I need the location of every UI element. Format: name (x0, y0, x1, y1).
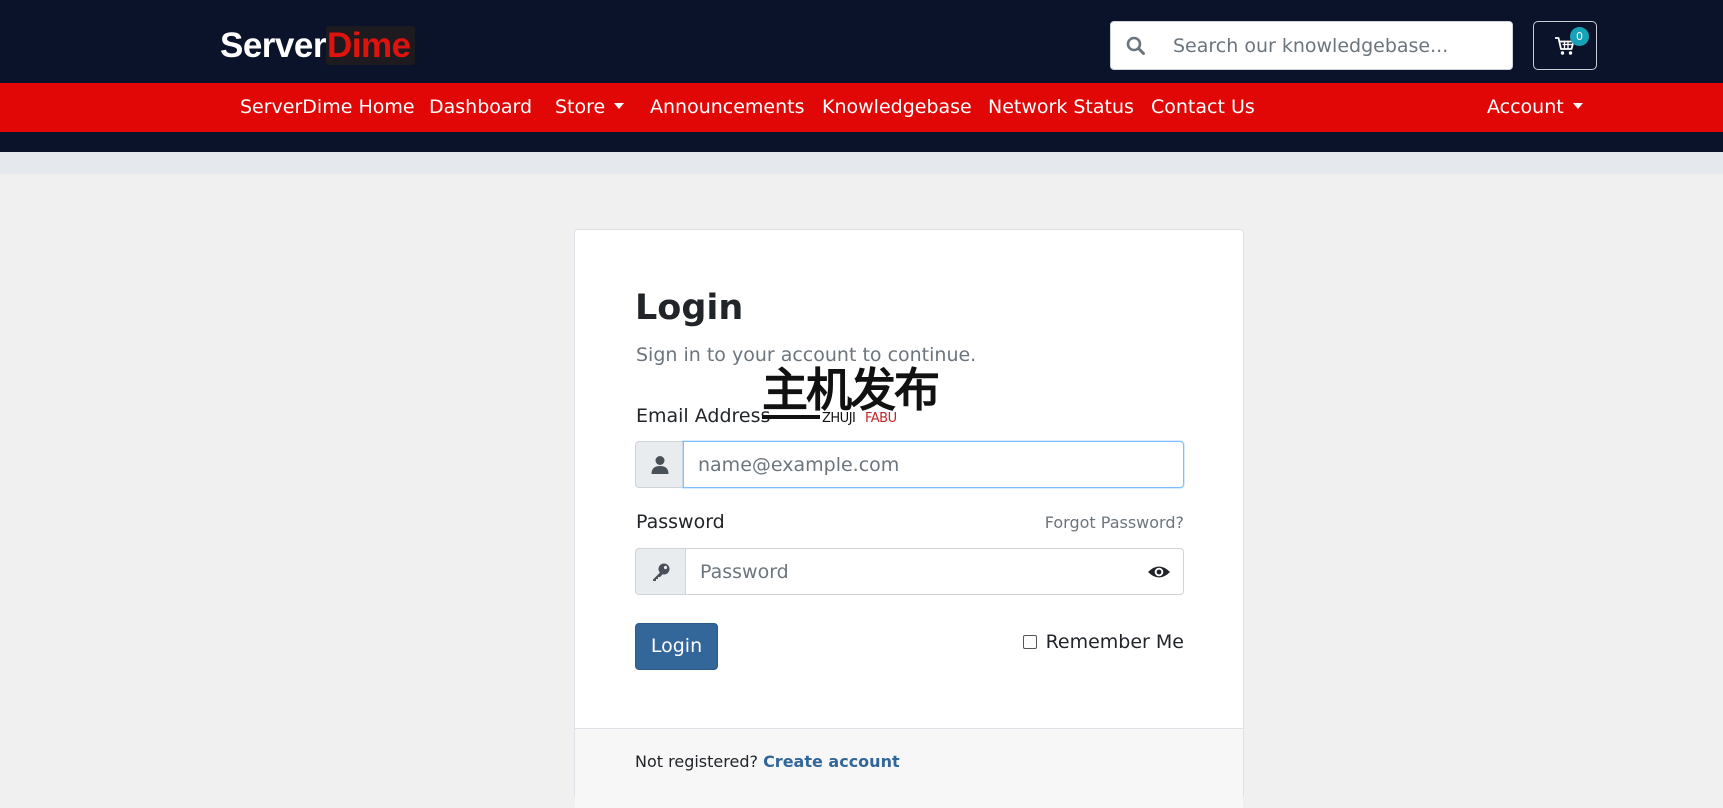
chevron-down-icon (1572, 103, 1583, 109)
key-icon (653, 563, 670, 581)
chevron-down-icon (614, 103, 625, 109)
remember-me-option[interactable]: Remember Me (1022, 627, 1184, 657)
nav-item-knowledgebase[interactable]: Knowledgebase (822, 83, 972, 132)
logo-server-text: Server (220, 26, 326, 65)
login-card: Login Sign in to your account to continu… (574, 229, 1244, 808)
svg-text:主机发布: 主机发布 (762, 363, 938, 417)
header-bottom-strip (0, 132, 1723, 152)
cart-button[interactable]: 0 (1533, 21, 1597, 70)
nav-item-announcements[interactable]: Announcements (650, 83, 805, 132)
nav-item-network-status[interactable]: Network Status (988, 83, 1134, 132)
logo-dime-text: Dime (325, 26, 415, 65)
password-label: Password (636, 511, 725, 533)
nav-item-dashboard[interactable]: Dashboard (429, 83, 532, 132)
serverdime-logo[interactable]: ServerDime (220, 24, 415, 68)
eye-icon (1148, 566, 1170, 578)
remember-me-checkbox[interactable] (1022, 635, 1037, 649)
search-input[interactable] (1173, 22, 1503, 69)
user-icon (651, 456, 669, 474)
search-icon (1125, 35, 1147, 57)
nav-item-store[interactable]: Store (555, 83, 625, 132)
create-account-link[interactable]: Create account (763, 752, 900, 771)
nav-item-store-label: Store (555, 96, 606, 118)
show-password-button[interactable] (1133, 548, 1184, 595)
password-addon (635, 548, 686, 595)
register-prompt: Not registered? Create account (635, 752, 900, 771)
login-button[interactable]: Login (635, 623, 718, 670)
nav-item-contact-us[interactable]: Contact Us (1151, 83, 1255, 132)
remember-me-label: Remember Me (1045, 631, 1184, 653)
top-header: ServerDime 0 (0, 0, 1723, 83)
nav-item-account[interactable]: Account (1487, 83, 1583, 132)
page-header-band (0, 152, 1723, 174)
password-field[interactable] (685, 548, 1134, 595)
not-registered-text: Not registered? (635, 752, 758, 771)
zhujifabu-watermark: 主机发布 ZHUJI FABU (762, 363, 940, 426)
nav-item-account-label: Account (1487, 96, 1564, 118)
password-input-group (635, 548, 1184, 595)
nav-item-serverdime-home[interactable]: ServerDime Home (240, 83, 415, 132)
main-navbar: ServerDime Home Dashboard Store Announce… (0, 83, 1723, 132)
cart-count-badge: 0 (1570, 27, 1589, 46)
email-addon (635, 441, 684, 488)
knowledgebase-search (1110, 21, 1513, 70)
email-label: Email Address (636, 405, 771, 427)
forgot-password-link[interactable]: Forgot Password? (1045, 513, 1184, 532)
svg-text:FABU: FABU (865, 411, 897, 426)
email-field[interactable] (683, 441, 1184, 488)
svg-text:ZHUJI: ZHUJI (822, 411, 855, 426)
email-input-group (635, 441, 1184, 488)
page-title: Login (635, 288, 744, 328)
